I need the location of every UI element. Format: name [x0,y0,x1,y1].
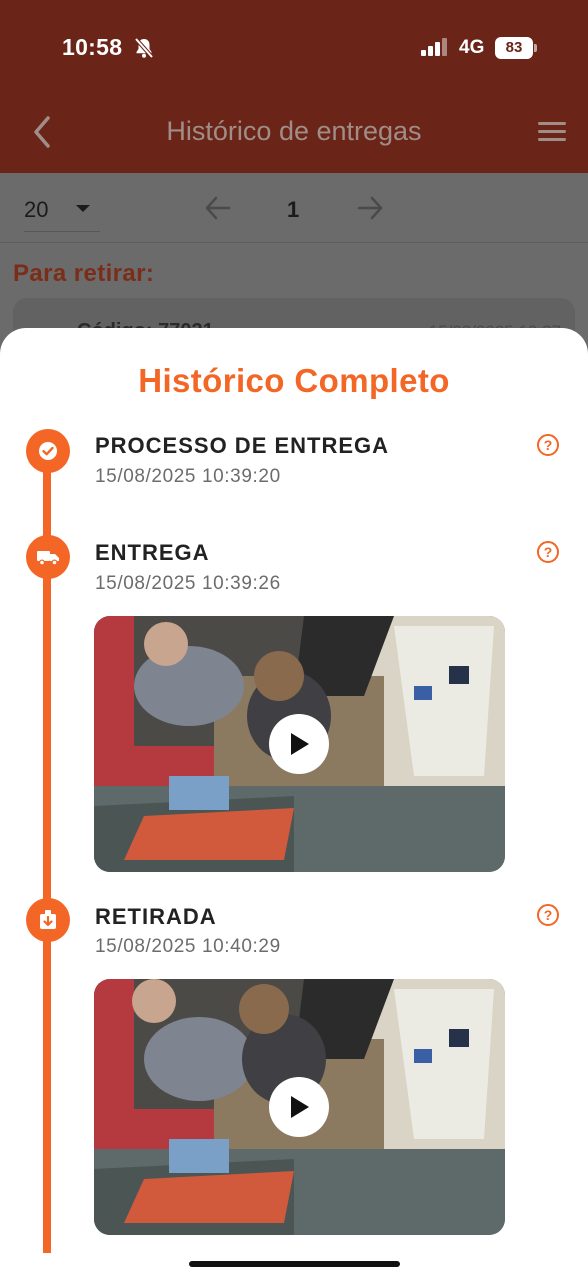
sheet-title: Histórico Completo [138,362,450,399]
truck-icon [26,535,70,579]
home-indicator[interactable] [189,1261,400,1267]
help-icon[interactable]: ? [537,541,559,563]
status-time: 10:58 [62,34,123,60]
pagination-bar: 20 1 [0,173,588,243]
current-page: 1 [287,197,300,222]
network-type: 4G [459,37,485,58]
section-label: Para retirar: [13,260,155,287]
event-title: RETIRADA [95,904,217,929]
event-date: 15/08/2025 10:40:29 [95,936,281,957]
page-title: Histórico de entregas [166,116,422,146]
previous-page-icon[interactable] [204,195,232,226]
select-underline [24,231,100,232]
event-date: 15/08/2025 10:39:20 [95,466,281,487]
battery-tip [534,44,537,52]
help-icon[interactable]: ? [537,434,559,456]
pickup-video-thumbnail[interactable] [94,979,505,1235]
play-button[interactable] [269,1077,329,1137]
package-down-icon [26,898,70,942]
hamburger-menu-icon[interactable] [538,122,566,146]
check-circle-icon [26,429,70,473]
history-sheet: Histórico Completo PROCESSO DE ENTREGA 1… [0,328,588,1280]
signal-icon [421,38,449,61]
event-title: ENTREGA [95,540,210,565]
app-header: 10:58 4G 83 Histórico de entregas [0,0,588,173]
event-date: 15/08/2025 10:39:26 [95,573,281,594]
battery-icon: 83 [495,37,533,59]
delivery-video-thumbnail[interactable] [94,616,505,872]
per-page-select[interactable]: 20 [24,197,48,223]
next-page-icon[interactable] [356,195,384,226]
event-title: PROCESSO DE ENTREGA [95,433,390,458]
bell-muted-icon [134,37,154,64]
help-icon[interactable]: ? [537,904,559,926]
dropdown-caret-icon[interactable] [76,205,90,212]
play-button[interactable] [269,714,329,774]
